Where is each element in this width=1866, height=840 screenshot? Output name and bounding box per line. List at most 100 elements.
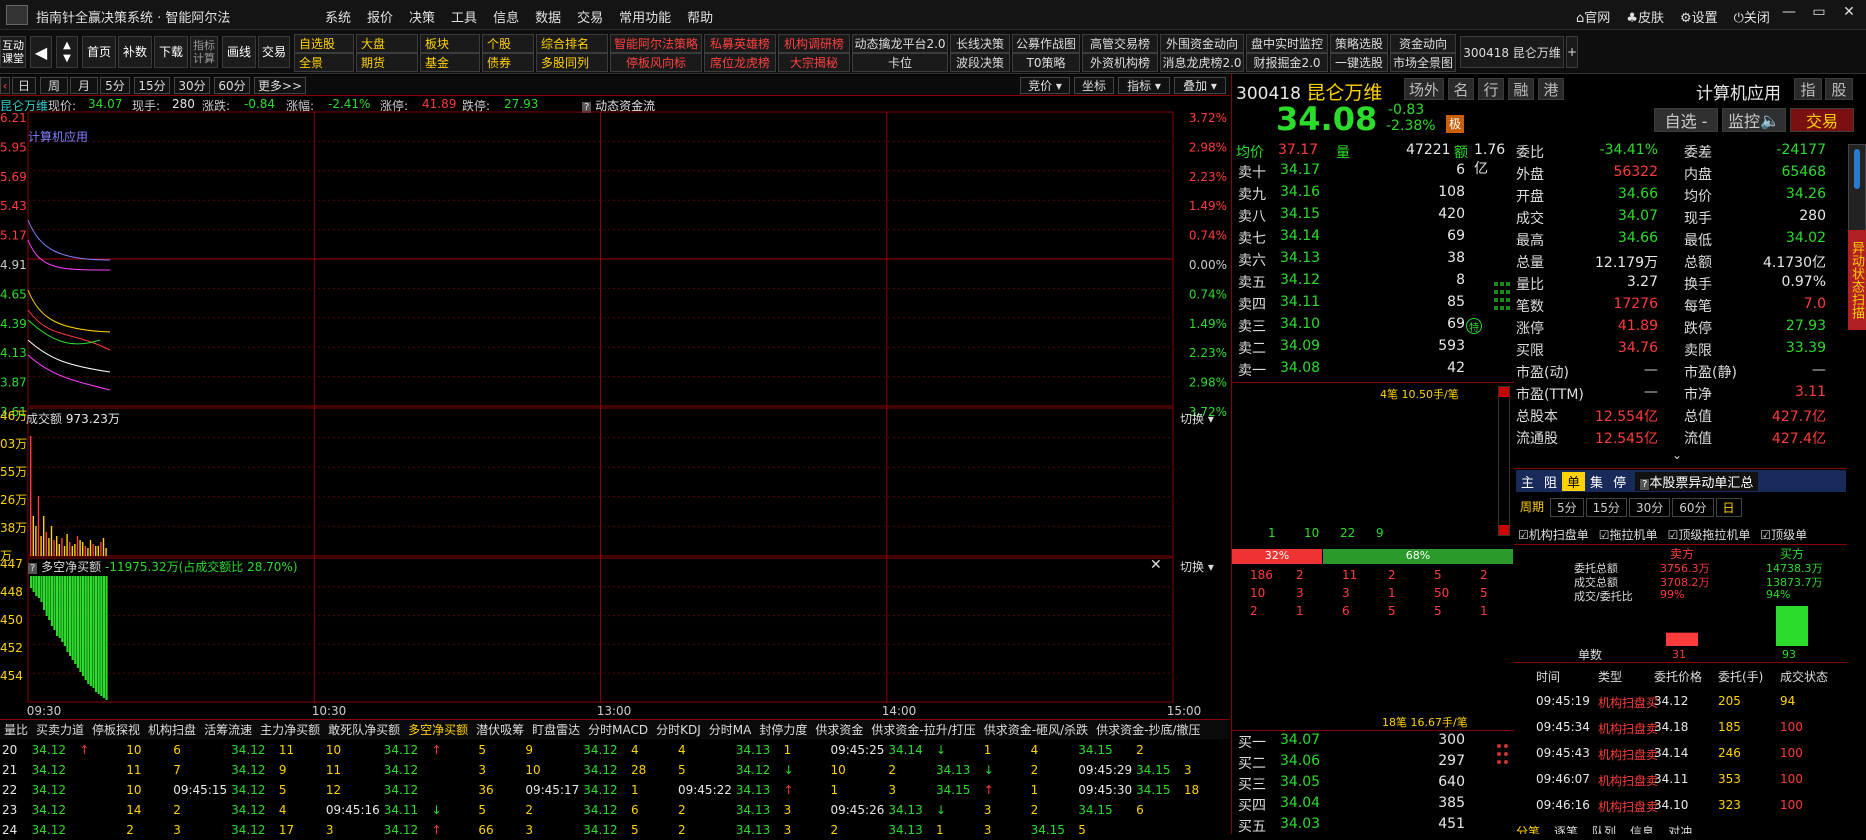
tab-main[interactable]: 主 — [1516, 472, 1539, 491]
tag-industry[interactable]: 行 — [1478, 78, 1505, 100]
sell-level[interactable]: 卖七 34.14 69 — [1238, 228, 1513, 250]
quick2-3[interactable]: 基金 — [420, 53, 480, 72]
period-15min[interactable]: 15分 — [134, 77, 170, 94]
quick2-10[interactable]: 波段决策 — [950, 53, 1010, 72]
quick-2[interactable]: 大盘 — [356, 34, 418, 53]
abn-period-day[interactable]: 日 — [1715, 498, 1742, 517]
quick-4[interactable]: 个股 — [482, 34, 534, 53]
official-link[interactable]: ⌂官网 — [1576, 7, 1610, 26]
trade-button[interactable]: 交易 — [258, 36, 290, 68]
tab-ticks[interactable]: 分笔 — [1516, 822, 1540, 834]
abnormal-summary-title[interactable]: ? 本股票异动单汇总 — [1635, 471, 1759, 491]
patch-button[interactable]: 补数 — [118, 36, 152, 68]
volume-switch[interactable]: 切换 ▾ — [1180, 410, 1214, 427]
menu-trade[interactable]: 交易 — [577, 7, 603, 26]
stock-chip[interactable]: 300418 昆仑万维 — [1460, 36, 1564, 68]
index-tag[interactable]: 指 — [1794, 78, 1822, 100]
tab-halt[interactable]: 停 — [1608, 472, 1631, 491]
quick2-14[interactable]: 财报掘金2.0 — [1246, 53, 1328, 72]
coord-dropdown[interactable]: 坐标 — [1074, 77, 1114, 94]
period-day[interactable]: 日 — [12, 77, 36, 94]
buy-level[interactable]: 买四 34.04 385 — [1238, 795, 1513, 817]
period-30min[interactable]: 30分 — [174, 77, 210, 94]
menu-system[interactable]: 系统 — [325, 7, 351, 26]
abn-period-5[interactable]: 5分 — [1550, 498, 1584, 517]
quick-11[interactable]: 公募作战图 — [1012, 34, 1080, 53]
quick2-16[interactable]: 市场全景图 — [1390, 53, 1456, 72]
close-link[interactable]: ⏻关闭 — [1734, 7, 1770, 26]
stock-tag[interactable]: 股 — [1825, 78, 1853, 100]
period-prev[interactable]: ‹ — [0, 77, 10, 94]
ind-tab-17[interactable]: 供求资金-抄底/撤压 — [1092, 720, 1204, 739]
sell-level[interactable]: 卖二 34.09 593 — [1238, 338, 1513, 360]
quick-1[interactable]: 自选股 — [294, 34, 354, 53]
quick-9[interactable]: 动态擒龙平台2.0 — [852, 34, 948, 53]
ind-tab-1[interactable]: 买卖力道 — [32, 720, 88, 739]
scroll-down-arrow[interactable] — [1499, 525, 1509, 535]
abn-period-15[interactable]: 15分 — [1585, 498, 1627, 517]
ind-tab-3[interactable]: 机构扫盘 — [144, 720, 200, 739]
buy-level[interactable]: 买三 34.05 640 — [1238, 774, 1513, 796]
tab-each[interactable]: 逐笔 — [1554, 822, 1578, 834]
quick2-11[interactable]: T0策略 — [1012, 53, 1080, 72]
buy-level[interactable]: 买一 34.07 300 — [1238, 732, 1513, 754]
quick-7[interactable]: 私募英雄榜 — [704, 34, 776, 53]
quick2-7[interactable]: 席位龙虎榜 — [704, 53, 776, 72]
sell-level[interactable]: 卖一 34.08 42 — [1238, 360, 1513, 382]
menu-data[interactable]: 数据 — [535, 7, 561, 26]
tab-queue[interactable]: 队列 — [1592, 822, 1616, 834]
quick-10[interactable]: 长线决策 — [950, 34, 1010, 53]
quick2-8[interactable]: 大宗揭秘 — [778, 53, 850, 72]
quick-14[interactable]: 盘中实时监控 — [1246, 34, 1328, 53]
close-button[interactable]: ✕ — [1834, 4, 1864, 24]
back-button[interactable]: ◀ — [30, 36, 52, 68]
sell-level[interactable]: 卖六 34.13 38 — [1238, 250, 1513, 272]
ind-tab-10[interactable]: 分时MACD — [584, 720, 652, 739]
quick-16[interactable]: 资金动向 — [1390, 34, 1456, 53]
scroll-up-arrow[interactable] — [1499, 387, 1509, 397]
ind-tab-16[interactable]: 供求资金-砸风/杀跌 — [980, 720, 1092, 739]
tab-resist[interactable]: 阻 — [1539, 472, 1562, 491]
menu-quote[interactable]: 报价 — [367, 7, 393, 26]
sell-level[interactable]: 卖九 34.16 108 — [1238, 184, 1513, 206]
quick2-5[interactable]: 多股同列 — [536, 53, 608, 72]
buy-level[interactable]: 买二 34.06 297 — [1238, 753, 1513, 775]
sell-level[interactable]: 卖四 34.11 85 — [1238, 294, 1513, 316]
minimize-button[interactable]: — — [1774, 4, 1804, 24]
auction-dropdown[interactable]: 竞价 ▾ — [1020, 77, 1070, 94]
quick-8[interactable]: 机构调研榜 — [778, 34, 850, 53]
special-icon[interactable]: 特 — [1466, 318, 1482, 334]
tag-offexchange[interactable]: 场外 — [1404, 78, 1445, 100]
ind-tab-8[interactable]: 潜伏吸筹 — [472, 720, 528, 739]
ind-tab-0[interactable]: 量比 — [0, 720, 32, 739]
period-more[interactable]: 更多>> — [254, 77, 306, 94]
download-button[interactable]: 下载 — [154, 36, 188, 68]
menu-decision[interactable]: 决策 — [409, 7, 435, 26]
quick-13[interactable]: 外围资金动向 — [1160, 34, 1244, 53]
period-60min[interactable]: 60分 — [214, 77, 250, 94]
draw-line-button[interactable]: 画线 — [222, 36, 256, 68]
settings-link[interactable]: ⚙设置 — [1680, 7, 1718, 26]
menu-tools[interactable]: 工具 — [451, 7, 477, 26]
buy-level[interactable]: 买五 34.03 451 — [1238, 816, 1513, 838]
sell-level[interactable]: 卖八 34.15 420 — [1238, 206, 1513, 228]
tab-order[interactable]: 单 — [1562, 471, 1586, 491]
order-scrollbar[interactable] — [1498, 386, 1510, 536]
trade-main-button[interactable]: 交易 — [1790, 108, 1854, 132]
check-top-tractor[interactable]: ☑顶级拖拉机单 — [1668, 526, 1751, 543]
quick2-13[interactable]: 消息龙虎榜2.0 — [1160, 53, 1244, 72]
skin-link[interactable]: ♣皮肤 — [1626, 7, 1664, 26]
quick2-4[interactable]: 债券 — [482, 53, 534, 72]
restore-button[interactable]: ▭ — [1804, 4, 1834, 24]
quick2-6[interactable]: 停板风向标 — [610, 53, 702, 72]
abn-period-60[interactable]: 60分 — [1672, 498, 1714, 517]
tab-hedge[interactable]: 对冲 — [1668, 822, 1692, 834]
quick-3[interactable]: 板块 — [420, 34, 480, 53]
ind-tab-12[interactable]: 分时MA — [705, 720, 756, 739]
quick-5[interactable]: 综合排名 — [536, 34, 608, 53]
expand-icon[interactable]: ⌄ — [1672, 448, 1682, 462]
home-button[interactable]: 首页 — [82, 36, 116, 68]
tab-info[interactable]: 信息 — [1630, 822, 1654, 834]
net-switch[interactable]: 切换 ▾ — [1180, 558, 1214, 575]
quick2-2[interactable]: 期货 — [356, 53, 418, 72]
